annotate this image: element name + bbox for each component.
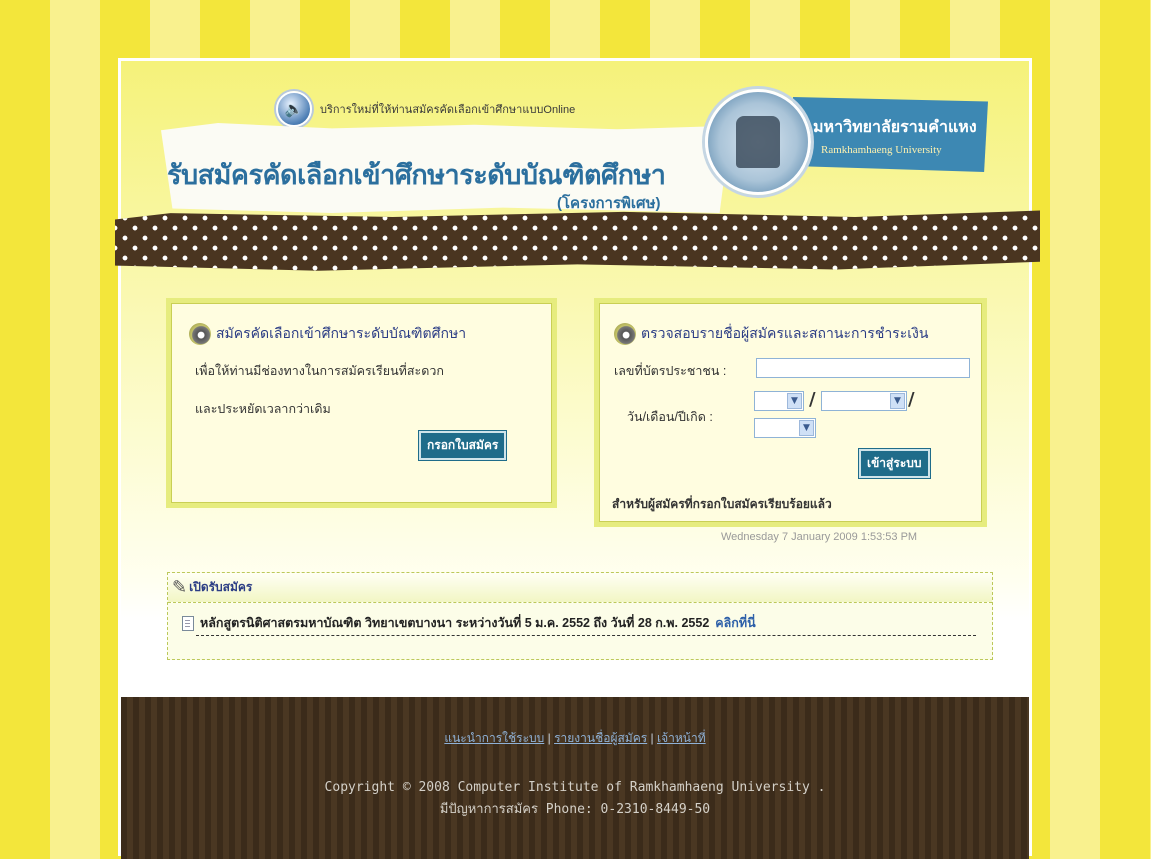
chevron-down-icon[interactable]: ▼ — [890, 393, 905, 409]
footer-link-applicant-report[interactable]: รายงานชื่อผู้สมัคร — [554, 731, 647, 745]
footer-link-staff[interactable]: เจ้าหน้าที่ — [657, 731, 706, 745]
page-title: รับสมัครคัดเลือกเข้าศึกษาระดับบัณฑิตศึกษ… — [167, 160, 666, 190]
apply-description-line1: เพื่อให้ท่านมีช่องทางในการสมัครเรียนที่ส… — [195, 364, 444, 378]
current-datetime: Wednesday 7 January 2009 1:53:53 PM — [721, 531, 918, 543]
seal-emblem-icon — [736, 116, 780, 168]
date-separator: / — [908, 389, 915, 410]
announcement-panel: ✎ เปิดรับสมัคร หลักสูตรนิติศาสตรมหาบัณฑิ… — [167, 572, 993, 660]
footer-link-guide[interactable]: แนะนำการใช้ระบบ — [444, 731, 544, 745]
check-status-panel: ตรวจสอบรายชื่อผู้สมัครและสถานะการชำระเงิ… — [594, 298, 987, 527]
footer-separator: | — [650, 731, 654, 745]
apply-panel-title: สมัครคัดเลือกเข้าศึกษาระดับบัณฑิตศึกษา — [216, 325, 467, 341]
announcement-header: ✎ เปิดรับสมัคร — [168, 573, 992, 603]
id-card-input[interactable] — [756, 358, 970, 378]
notice-bar: 🔈 บริการใหม่ที่ให้ท่านสมัครคัดเลือกเข้าศ… — [276, 91, 575, 127]
login-button[interactable]: เข้าสู่ระบบ — [858, 448, 931, 479]
copyright-text: Copyright © 2008 Computer Institute of R… — [324, 780, 826, 795]
check-panel-header: ตรวจสอบรายชื่อผู้สมัครและสถานะการชำระเงิ… — [614, 323, 928, 345]
month-select[interactable]: ▼ — [821, 391, 907, 411]
footer-separator: | — [547, 731, 551, 745]
notice-text: บริการใหม่ที่ให้ท่านสมัครคัดเลือกเข้าศึก… — [320, 104, 576, 116]
announcement-item: หลักสูตรนิติศาสตรมหาบัณฑิต วิทยาเขตบางนา… — [182, 613, 756, 633]
chevron-down-icon[interactable]: ▼ — [787, 393, 802, 409]
footer: แนะนำการใช้ระบบ | รายงานชื่อผู้สมัคร | เ… — [121, 697, 1029, 859]
university-name-en: Ramkhamhaeng University — [821, 144, 942, 156]
footer-copyright-block: Copyright © 2008 Computer Institute of R… — [121, 777, 1029, 821]
dob-label: วัน/เดือน/ปีเกิด : — [627, 410, 713, 424]
page-subtitle: (โครงการพิเศษ) — [557, 195, 661, 212]
contact-text: มีปัญหาการสมัคร Phone: 0-2310-8449-50 — [439, 802, 711, 817]
announcement-text: หลักสูตรนิติศาสตรมหาบัณฑิต วิทยาเขตบางนา… — [200, 616, 710, 630]
notepad-icon: ✎ — [172, 577, 188, 598]
page-container: 🔈 บริการใหม่ที่ให้ท่านสมัครคัดเลือกเข้าศ… — [115, 58, 1040, 859]
id-card-label: เลขที่บัตรประชาชน : — [614, 364, 727, 378]
apply-panel: สมัครคัดเลือกเข้าศึกษาระดับบัณฑิตศึกษา เ… — [166, 298, 557, 508]
check-panel-title: ตรวจสอบรายชื่อผู้สมัครและสถานะการชำระเงิ… — [641, 325, 929, 341]
university-seal-logo — [705, 89, 811, 195]
speaker-icon: 🔈 — [276, 91, 312, 127]
date-separator: / — [809, 389, 816, 410]
chevron-down-icon[interactable]: ▼ — [799, 420, 814, 436]
fill-application-button[interactable]: กรอกใบสมัคร — [417, 430, 508, 461]
polka-dot-ribbon — [115, 210, 1040, 271]
apply-description-line2: และประหยัดเวลากว่าเดิม — [195, 402, 331, 416]
disc-icon — [614, 323, 636, 345]
apply-panel-header: สมัครคัดเลือกเข้าศึกษาระดับบัณฑิตศึกษา — [189, 323, 466, 345]
check-panel-note: สำหรับผู้สมัครที่กรอกใบสมัครเรียบร้อยแล้… — [612, 497, 832, 511]
footer-links: แนะนำการใช้ระบบ | รายงานชื่อผู้สมัคร | เ… — [121, 729, 1029, 748]
announcement-title: เปิดรับสมัคร — [189, 580, 253, 594]
announcement-link[interactable]: คลิกที่นี่ — [715, 613, 755, 633]
document-icon — [182, 615, 194, 631]
divider — [196, 635, 976, 636]
day-select[interactable]: ▼ — [754, 391, 804, 411]
disc-icon — [189, 323, 211, 345]
university-name-th: มหาวิทยาลัยรามคำแหง — [813, 119, 977, 136]
year-select[interactable]: ▼ — [754, 418, 816, 438]
